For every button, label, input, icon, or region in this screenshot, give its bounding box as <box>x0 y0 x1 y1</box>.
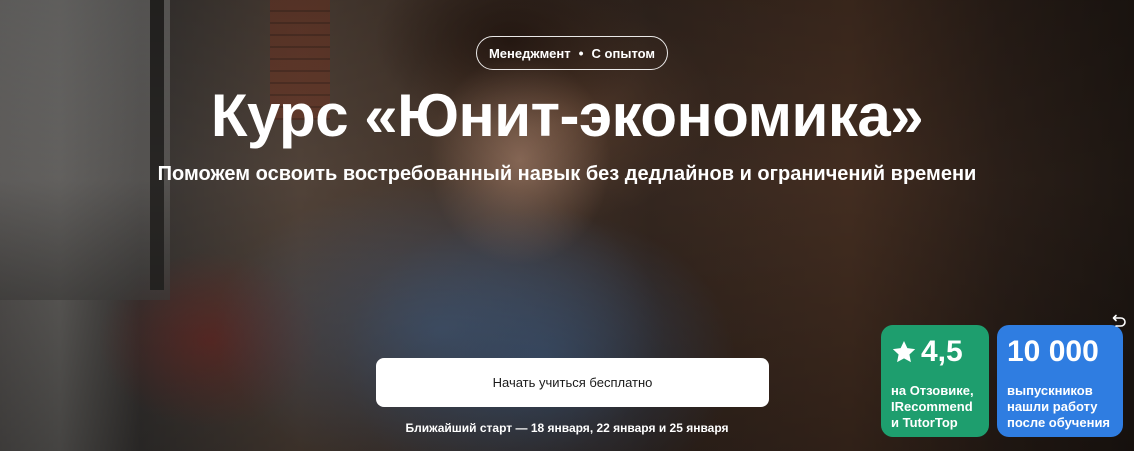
rating-caption-line: и TutorTop <box>891 415 958 430</box>
rating-caption-line: на Отзовике, <box>891 383 974 398</box>
course-tags: Менеджмент • С опытом <box>476 36 668 70</box>
graduates-caption-line: нашли работу <box>1007 399 1098 414</box>
star-icon <box>891 339 917 365</box>
tag-separator-dot: • <box>578 45 584 61</box>
graduates-caption-line: выпускников <box>1007 383 1093 398</box>
rating-caption: на Отзовике, IRecommend и TutorTop <box>891 383 979 431</box>
rating-value: 4,5 <box>921 335 963 368</box>
course-subtitle: Поможем освоить востребованный навык без… <box>157 163 977 185</box>
rating-caption-line: IRecommend <box>891 399 973 414</box>
course-title: Курс «Юнит-экономика» <box>210 82 924 149</box>
start-free-button[interactable]: Начать учиться бесплатно <box>376 358 769 407</box>
rating-value-row: 4,5 <box>891 335 979 369</box>
tag-level: С опытом <box>591 45 656 61</box>
undo-arrow-icon[interactable] <box>1110 313 1128 331</box>
rating-badge: 4,5 на Отзовике, IRecommend и TutorTop <box>881 325 989 437</box>
graduates-caption-line: после обучения <box>1007 415 1111 430</box>
graduates-caption: выпускников нашли работу после обучения <box>1007 383 1113 431</box>
tag-category: Менеджмент <box>488 45 571 61</box>
graduates-value: 10 000 <box>1007 335 1099 368</box>
graduates-badge: 10 000 выпускников нашли работу после об… <box>997 325 1123 437</box>
